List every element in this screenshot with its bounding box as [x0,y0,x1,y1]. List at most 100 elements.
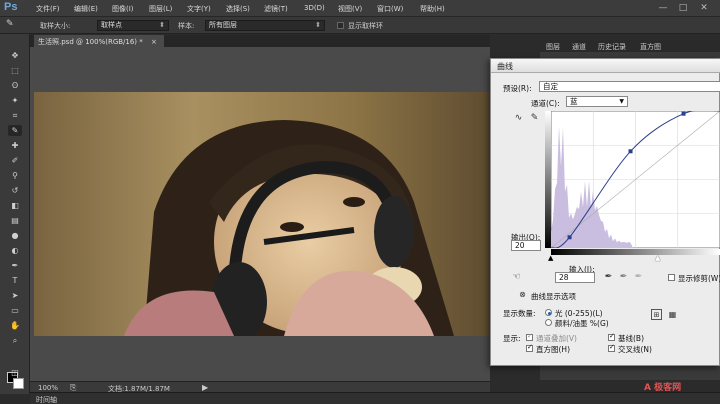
menu-file[interactable]: 文件(F) [36,4,60,14]
menu-bar: Ps 文件(F) 编辑(E) 图像(I) 图层(L) 文字(Y) 选择(S) 滤… [0,0,720,17]
menu-type[interactable]: 文字(Y) [187,4,211,14]
show-clipping-label: 显示修剪(W) [678,274,720,283]
channel-value: 蓝 [570,97,578,106]
show-label: 显示: [503,334,521,343]
histogram-checkbox[interactable] [526,345,533,352]
chevron-down-icon: ⬍ [315,21,321,29]
lasso-tool-icon[interactable]: ʘ [8,80,22,91]
maximize-button[interactable]: □ [676,2,690,14]
preset-select[interactable]: 自定 [539,81,720,92]
detailed-grid-icon[interactable]: ▦ [667,309,678,320]
menu-3d[interactable]: 3D(D) [304,4,325,12]
sample-size-value: 取样点 [101,21,122,29]
sample-value: 所有图层 [209,21,237,29]
pigment-radio[interactable] [545,319,552,326]
curves-dialog-title[interactable]: 曲线 [491,59,720,73]
clone-stamp-tool-icon[interactable]: ⚲ [8,170,22,181]
watermark-logo: A 极客网 [644,383,682,393]
output-value: 20 [515,241,525,250]
curve-control-point[interactable] [567,235,572,240]
path-select-tool-icon[interactable]: ➤ [8,290,22,301]
gray-point-eyedropper-icon[interactable]: ✒ [618,272,629,283]
histogram-label: 直方图(H) [536,345,570,354]
expand-options-icon[interactable]: ⊗ [517,289,528,300]
dodge-tool-icon[interactable]: ◐ [8,245,22,256]
curve-control-point[interactable] [681,111,686,116]
channel-select[interactable]: 蓝 ▼ [566,96,628,107]
tools-panel: ✥ ⬚ ʘ ✦ ⌗ ✎ ✚ ✐ ⚲ ↺ ◧ ▤ ● ◐ ✒ T ➤ ▭ ✋ ⌕ … [0,34,30,394]
healing-brush-tool-icon[interactable]: ✚ [8,140,22,151]
timeline-label[interactable]: 时间轴 [36,395,57,404]
curve-control-point[interactable] [628,149,633,154]
close-window-button[interactable]: ✕ [697,2,711,14]
brush-tool-icon[interactable]: ✐ [8,155,22,166]
input-value: 28 [559,273,569,282]
tab-layers[interactable]: 图层 [546,42,560,52]
menu-layer[interactable]: 图层(L) [149,4,172,14]
minimize-button[interactable]: — [656,2,670,14]
show-amount-label: 显示数量: [503,309,536,318]
black-input-slider-icon[interactable]: ▲ [548,254,553,262]
document-tab-title: 生活照.psd @ 100%(RGB/16) * [38,38,143,46]
tab-histogram[interactable]: 直方图 [640,42,661,52]
gradient-tool-icon[interactable]: ▤ [8,215,22,226]
timeline-panel: 时间轴 [30,392,720,404]
type-tool-icon[interactable]: T [8,275,22,286]
menu-image[interactable]: 图像(I) [112,4,134,14]
quick-mask-icon[interactable]: ◫ [8,367,22,378]
eyedropper-tool-icon[interactable]: ✎ [8,125,22,136]
baseline-label: 基线(B) [618,334,644,343]
photo-canvas[interactable] [34,92,490,336]
intersection-checkbox[interactable] [608,345,615,352]
curve-edit-points-icon[interactable]: ∿ [513,113,524,124]
show-clipping-checkbox[interactable] [668,274,675,281]
white-input-slider-icon[interactable]: ▲ [655,254,660,262]
curves-graph[interactable] [551,111,720,248]
pen-tool-icon[interactable]: ✒ [8,260,22,271]
simple-grid-icon[interactable]: ⊞ [651,309,662,320]
status-menu-arrow-icon[interactable]: ▶ [202,383,208,392]
document-tab[interactable]: 生活照.psd @ 100%(RGB/16) * × [34,35,164,47]
menu-edit[interactable]: 编辑(E) [74,4,98,14]
shape-tool-icon[interactable]: ▭ [8,305,22,316]
light-radio[interactable] [545,309,552,316]
tab-history[interactable]: 历史记录 [598,42,626,52]
menu-filter[interactable]: 滤镜(T) [264,4,288,14]
menu-select[interactable]: 选择(S) [226,4,250,14]
eraser-tool-icon[interactable]: ◧ [8,200,22,211]
output-field[interactable]: 20 [511,240,541,251]
quick-select-tool-icon[interactable]: ✦ [8,95,22,106]
input-field[interactable]: 28 [555,272,595,283]
baseline-checkbox[interactable] [608,334,615,341]
menu-view[interactable]: 视图(V) [338,4,362,14]
history-brush-tool-icon[interactable]: ↺ [8,185,22,196]
eyedropper-tool-icon[interactable]: ✎ [6,19,14,29]
black-point-eyedropper-icon[interactable]: ✒ [603,272,614,283]
close-tab-icon[interactable]: × [151,38,157,46]
channel-label: 通道(C): [531,99,560,108]
tab-channels[interactable]: 通道 [572,42,586,52]
curve-display-options-label[interactable]: 曲线显示选项 [531,291,576,302]
pencil-draw-icon[interactable]: ✎ [529,113,540,124]
chevron-down-icon: ⬍ [159,21,165,29]
white-point-eyedropper-icon[interactable]: ✒ [633,272,644,283]
background-color-swatch[interactable] [13,378,24,389]
intersection-label: 交叉线(N) [618,345,652,354]
zoom-level[interactable]: 100% [38,384,58,392]
move-tool-icon[interactable]: ✥ [8,50,22,61]
crop-tool-icon[interactable]: ⌗ [8,110,22,121]
photo-image [34,92,490,336]
menu-help[interactable]: 帮助(H) [420,4,445,14]
output-gradient-bar [545,111,551,248]
hand-tool-icon[interactable]: ✋ [8,320,22,331]
sample-label: 样本: [178,22,195,30]
zoom-tool-icon[interactable]: ⌕ [8,335,22,346]
target-adjust-hand-icon[interactable]: ☜ [511,272,522,283]
blur-tool-icon[interactable]: ● [8,230,22,241]
menu-window[interactable]: 窗口(W) [377,4,403,14]
sample-select[interactable]: 所有图层 ⬍ [205,20,325,31]
show-sampling-ring-checkbox[interactable] [337,22,344,29]
sample-size-select[interactable]: 取样点 ⬍ [97,20,169,31]
marquee-tool-icon[interactable]: ⬚ [8,65,22,76]
channel-overlay-checkbox[interactable] [526,334,533,341]
